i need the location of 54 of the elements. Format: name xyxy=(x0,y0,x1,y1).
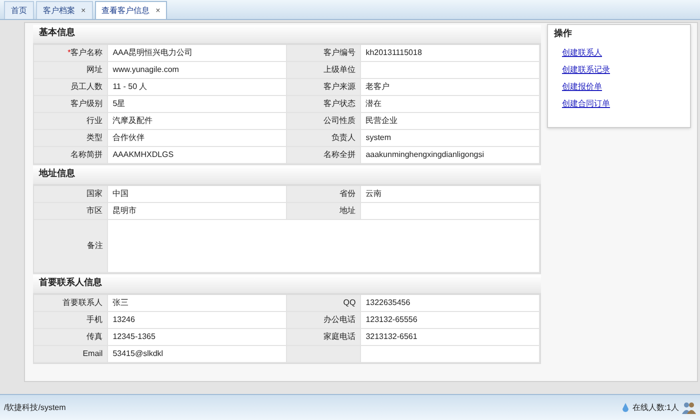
field-value: 123132-65556 xyxy=(360,312,540,328)
required-mark: * xyxy=(68,47,71,59)
tab[interactable]: 首页 xyxy=(4,1,34,19)
field-label: 地址 xyxy=(287,203,361,219)
panel-title: 操作 xyxy=(554,28,573,41)
field-label: 上级单位 xyxy=(287,62,361,78)
status-path: /软捷科技/system xyxy=(4,402,66,414)
field-value: aaakunminghengxingdianligongsi xyxy=(360,147,540,163)
field-label: 首要联系人 xyxy=(34,295,108,311)
field-label: 客户编号 xyxy=(287,45,361,61)
close-icon[interactable]: × xyxy=(81,4,86,16)
action-link[interactable]: 创建联系记录 xyxy=(562,64,610,76)
action-link[interactable]: 创建联系人 xyxy=(562,46,602,58)
field-value: 1322635456 xyxy=(360,295,540,311)
section-header: 基本信息 xyxy=(33,25,541,44)
field-label: 家庭电话 xyxy=(287,329,361,345)
field-label: Email xyxy=(34,346,108,362)
action-link[interactable]: 创建合同订单 xyxy=(562,98,610,110)
field-label: 类型 xyxy=(34,130,108,146)
field-label: 名称全拼 xyxy=(287,147,361,163)
field-value: system xyxy=(360,130,540,146)
field-label: 传真 xyxy=(34,329,108,345)
field-label: 名称简拼 xyxy=(34,147,108,163)
field-label: 客户来源 xyxy=(287,79,361,95)
users-icon xyxy=(682,400,696,414)
field-label: 手机 xyxy=(34,312,108,328)
field-label: 备注 xyxy=(34,220,108,272)
field-label: 国家 xyxy=(34,186,108,202)
field-label: 员工人数 xyxy=(34,79,108,95)
field-value: 云南 xyxy=(360,186,540,202)
action-link[interactable]: 创建报价单 xyxy=(562,80,602,92)
field-value: 民营企业 xyxy=(360,113,540,129)
field-label: 办公电话 xyxy=(287,312,361,328)
field-label: 行业 xyxy=(34,113,108,129)
field-value: kh20131115018 xyxy=(360,45,540,61)
field-label: 网址 xyxy=(34,62,108,78)
field-label: QQ xyxy=(287,295,361,311)
field-label: 省份 xyxy=(287,186,361,202)
field-value: 潜在 xyxy=(360,96,540,112)
section-header: 地址信息 xyxy=(33,166,541,185)
field-label: 负责人 xyxy=(287,130,361,146)
field-label: 客户级别 xyxy=(34,96,108,112)
close-icon[interactable]: × xyxy=(156,4,160,16)
field-label: 客户状态 xyxy=(287,96,361,112)
section-header: 首要联系人信息 xyxy=(33,275,541,294)
online-count: 在线人数:1人 xyxy=(632,402,679,414)
tab[interactable]: 客户档案 × xyxy=(36,1,93,19)
tab[interactable]: 查看客户信息 × xyxy=(94,1,168,19)
field-label: 公司性质 xyxy=(287,113,361,129)
field-label: 客户名称 xyxy=(70,47,103,59)
field-value: 老客户 xyxy=(360,79,540,95)
drop-icon xyxy=(622,402,630,412)
field-label: 市区 xyxy=(34,203,108,219)
field-value: 3213132-6561 xyxy=(360,329,540,345)
